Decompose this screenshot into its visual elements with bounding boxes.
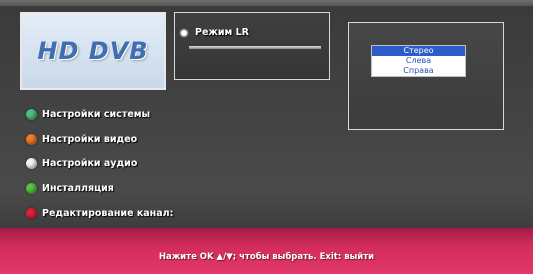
lr-mode-label: Режим LR: [195, 27, 249, 38]
red-dot-icon: [26, 207, 37, 219]
white-dot-icon: [26, 157, 37, 169]
tv-menu-screen: HD DVB Настройки системы Настройки видео…: [0, 0, 533, 274]
option-left[interactable]: Слева: [372, 56, 465, 66]
footer-bar: Нажите OK ▲/▼; чтобы выбрать. Exit: выйт…: [0, 228, 533, 274]
radio-icon: [181, 29, 187, 36]
menu-item-system-settings[interactable]: Настройки системы: [26, 105, 150, 123]
menu-item-label: Настройки аудио: [42, 157, 138, 169]
menu-item-audio-settings[interactable]: Настройки аудио: [26, 154, 137, 172]
hd-dvb-logo: HD DVB: [20, 12, 166, 90]
menu-item-label: Настройки системы: [42, 108, 151, 120]
focus-underline: [189, 46, 321, 49]
menu-item-channel-editing[interactable]: Редактирование канал:: [26, 204, 173, 222]
audio-channel-panel: Стерео Слева Справа: [348, 22, 504, 130]
menu-item-installation[interactable]: Инсталляция: [26, 179, 114, 197]
option-stereo[interactable]: Стерео: [372, 46, 465, 56]
menu-item-label: Редактирование канал:: [42, 207, 174, 219]
green-dot-icon: [26, 182, 37, 194]
lr-mode-option[interactable]: Режим LR: [181, 27, 249, 38]
green-dot-icon: [26, 108, 37, 120]
logo-text: HD DVB: [37, 37, 149, 65]
audio-channel-list[interactable]: Стерео Слева Справа: [371, 45, 466, 77]
menu-item-video-settings[interactable]: Настройки видео: [26, 130, 137, 148]
menu-item-label: Настройки видео: [42, 133, 138, 145]
lr-mode-panel: Режим LR: [174, 12, 330, 80]
orange-dot-icon: [26, 133, 37, 145]
menu-item-label: Инсталляция: [42, 182, 114, 194]
option-right[interactable]: Справа: [372, 66, 465, 76]
footer-hint: Нажите OK ▲/▼; чтобы выбрать. Exit: выйт…: [158, 252, 375, 262]
